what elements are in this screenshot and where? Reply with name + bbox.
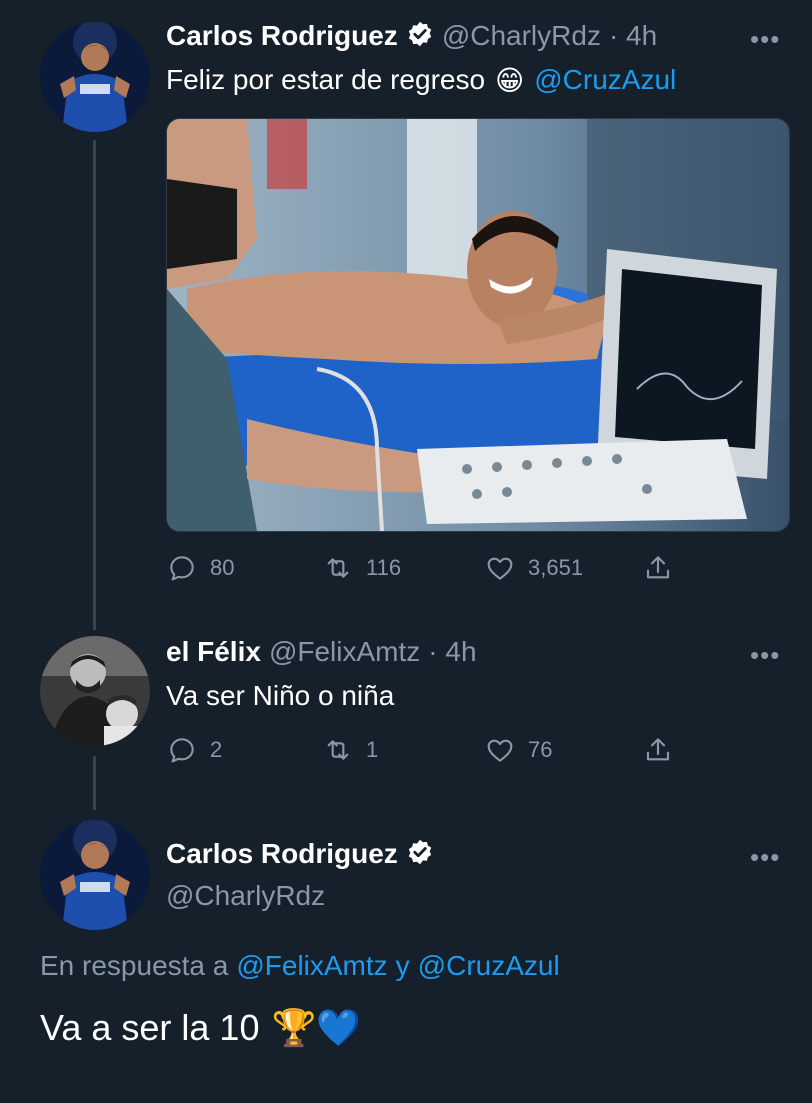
retweet-count: 116	[366, 555, 402, 580]
like-count: 76	[528, 737, 553, 762]
share-button[interactable]	[642, 734, 674, 766]
ultrasound-photo	[167, 119, 789, 531]
author-handle[interactable]: @CharlyRdz	[166, 876, 325, 916]
like-button[interactable]: 3,651	[484, 552, 583, 584]
more-options-icon[interactable]: •••	[750, 640, 780, 671]
more-options-icon[interactable]: •••	[750, 24, 780, 55]
grinning-emoji: 😁	[495, 64, 525, 96]
avatar[interactable]	[40, 636, 150, 746]
author-handle[interactable]: @CharlyRdz	[442, 20, 601, 52]
tweet-header: Carlos Rodriguez	[166, 834, 434, 874]
tweet-body: Va ser Niño o niña	[166, 680, 395, 711]
reply-and: y	[395, 950, 410, 981]
author-name[interactable]: el Félix	[166, 636, 261, 668]
tweet-body: Va a ser la 10	[40, 1007, 260, 1048]
avatar[interactable]	[40, 820, 150, 930]
mention-link[interactable]: @CruzAzul	[534, 64, 676, 96]
reply-count: 80	[210, 555, 235, 580]
reply-context: En respuesta a @FelixAmtz y @CruzAzul	[40, 946, 560, 986]
like-button[interactable]: 76	[484, 734, 552, 766]
tweet-header: Carlos Rodriguez @CharlyRdz · 4h	[166, 16, 657, 56]
reply-button[interactable]: 2	[166, 734, 222, 766]
heart-icon	[487, 739, 513, 762]
author-name[interactable]: Carlos Rodriguez	[166, 20, 398, 52]
reply-prefix: En respuesta a	[40, 950, 229, 981]
retweet-icon	[327, 558, 349, 578]
timestamp[interactable]: · 4h	[428, 636, 476, 668]
trophy-heart-emoji: 🏆💙	[271, 1007, 362, 1048]
verified-icon	[406, 838, 434, 871]
tweet-actions: 80 116 3,651	[166, 548, 726, 588]
tweet-image[interactable]	[166, 118, 790, 532]
tweet-text: Va a ser la 10 🏆💙	[40, 1004, 361, 1052]
tweet-actions: 2 1 76	[166, 730, 726, 770]
author-handle[interactable]: @FelixAmtz	[269, 636, 420, 668]
retweet-button[interactable]: 116	[322, 552, 401, 584]
verified-icon	[406, 20, 434, 53]
more-options-icon[interactable]: •••	[750, 842, 780, 873]
thread-line	[93, 140, 96, 630]
reply-button[interactable]: 80	[166, 552, 234, 584]
share-icon	[646, 556, 670, 579]
author-name[interactable]: Carlos Rodriguez	[166, 838, 398, 870]
avatar[interactable]	[40, 22, 150, 132]
tweet-text: Feliz por estar de regreso 😁 @CruzAzul	[166, 60, 676, 100]
retweet-count: 1	[366, 737, 379, 762]
retweet-button[interactable]: 1	[322, 734, 378, 766]
tweet-body: Feliz por estar de regreso	[166, 64, 486, 95]
thread-line	[93, 756, 96, 810]
like-count: 3,651	[528, 555, 584, 580]
timestamp[interactable]: · 4h	[609, 20, 657, 52]
share-button[interactable]	[642, 552, 674, 584]
retweet-icon	[327, 740, 349, 760]
tweet-header: el Félix @FelixAmtz · 4h	[166, 632, 477, 672]
reply-count: 2	[210, 737, 223, 762]
reply-icon	[170, 738, 194, 763]
reply-icon	[170, 556, 194, 581]
mention-link[interactable]: @CruzAzul	[418, 950, 560, 982]
heart-icon	[487, 557, 513, 580]
share-icon	[646, 738, 670, 761]
mention-link[interactable]: @FelixAmtz	[236, 950, 387, 982]
